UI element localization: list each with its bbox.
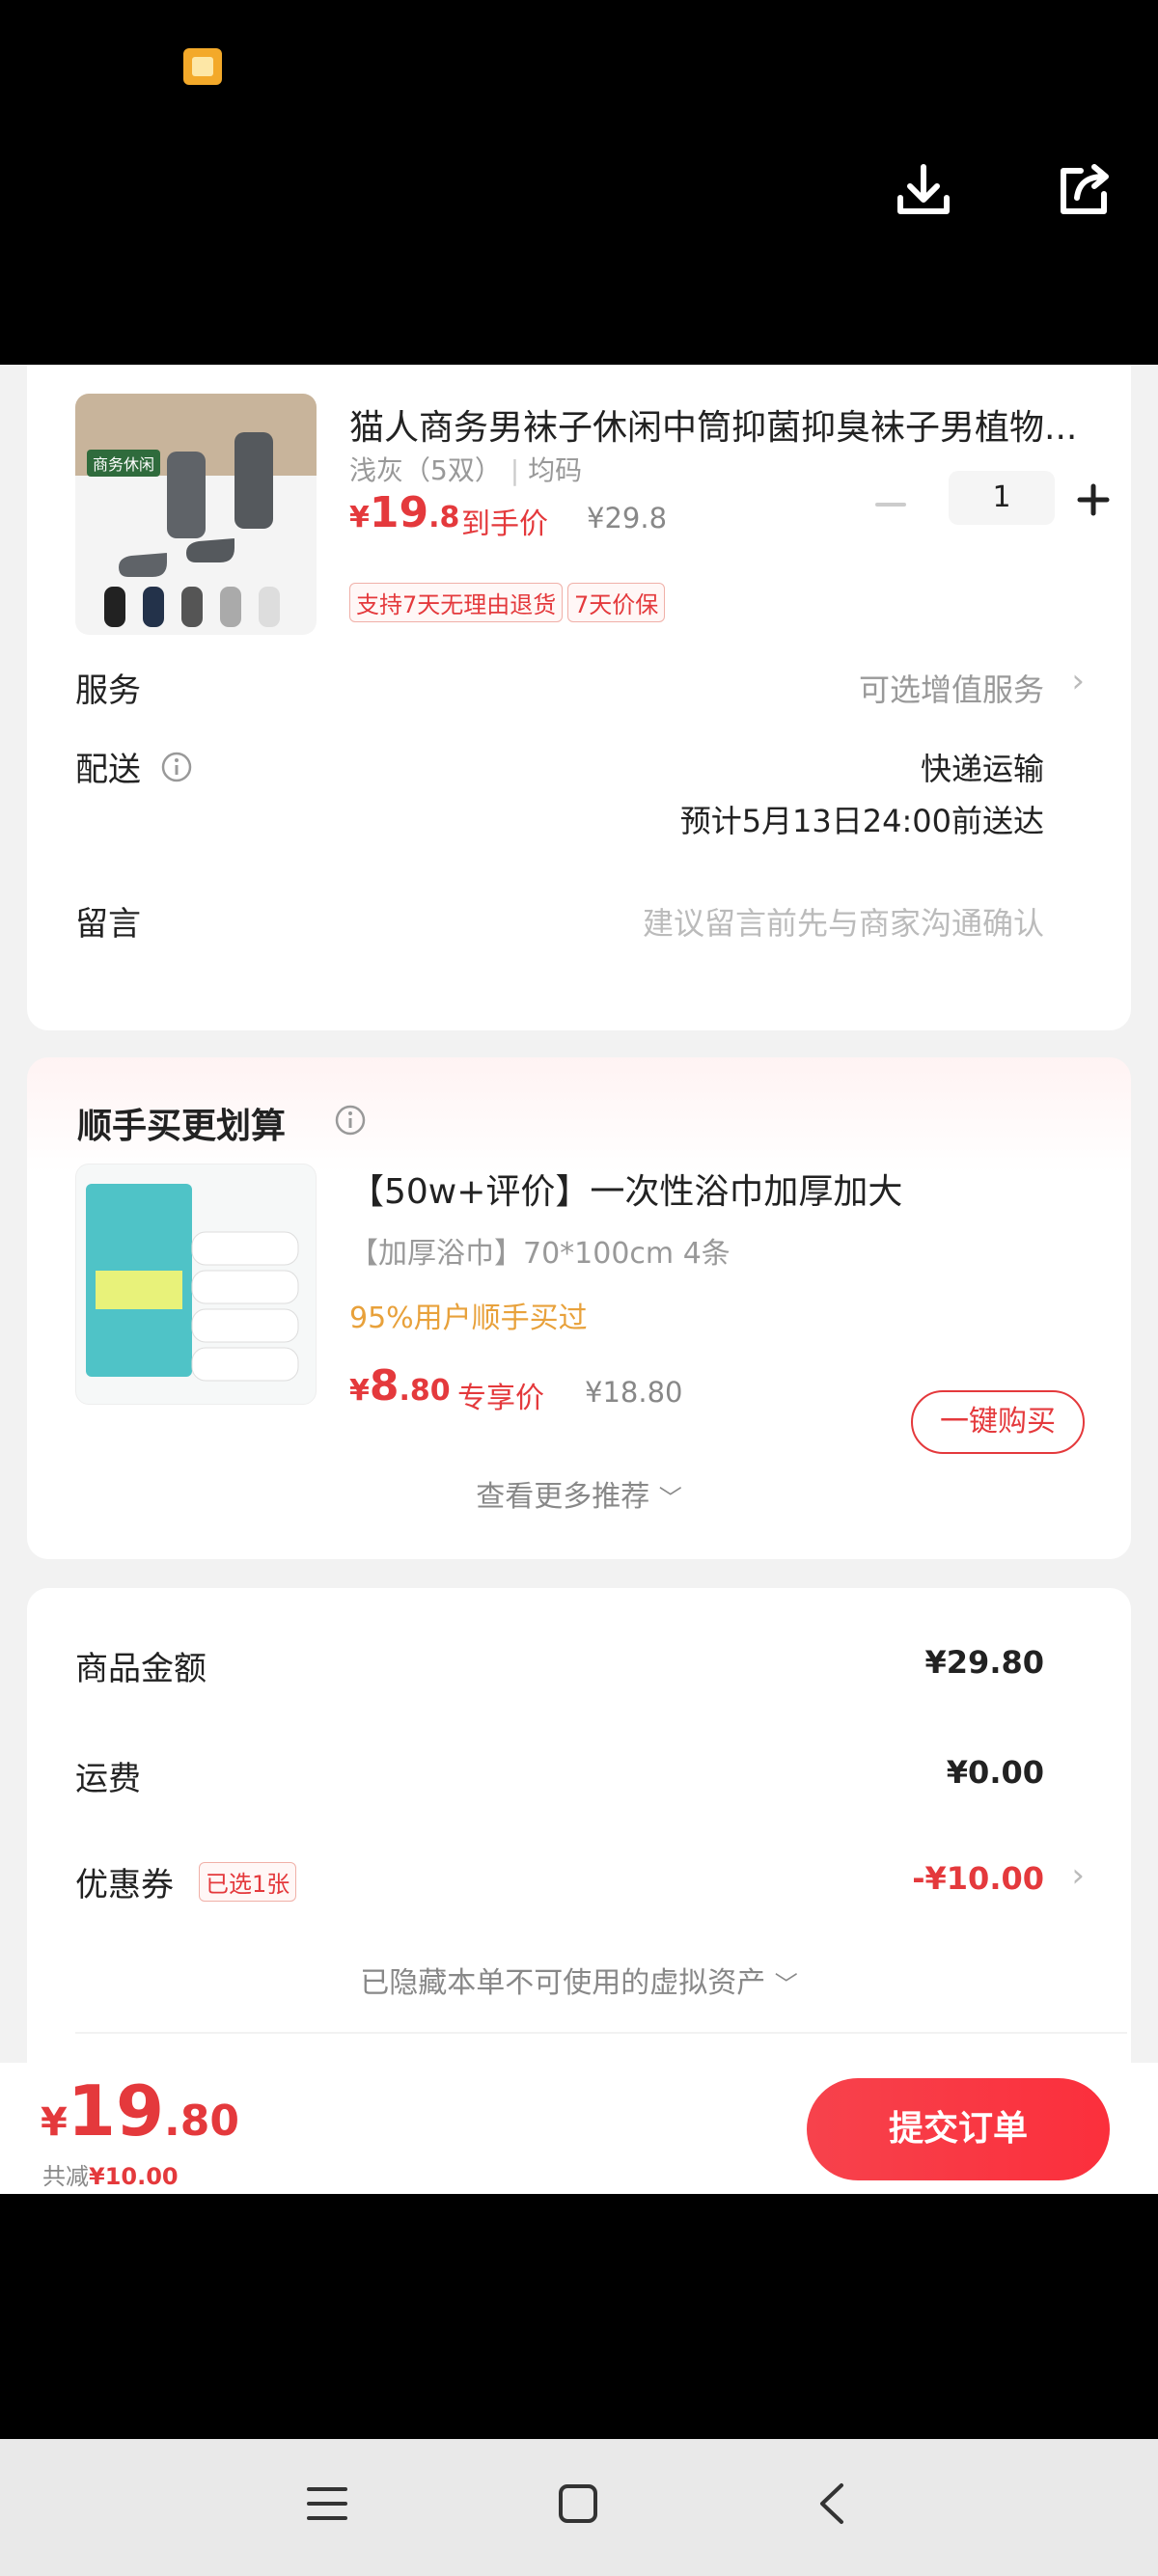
- service-label: 服务: [75, 671, 141, 710]
- rec-price-integer: 8: [369, 1361, 400, 1411]
- price-protect-tag: 7天价保: [567, 583, 666, 622]
- download-icon[interactable]: [893, 159, 954, 221]
- return-policy-tag: 支持7天无理由退货: [349, 583, 564, 622]
- price-symbol: ¥: [349, 501, 370, 534]
- recommend-price-label: 专享价: [457, 1382, 544, 1415]
- recommend-price: ¥8.80: [349, 1361, 451, 1411]
- price-integer: 19: [369, 488, 429, 537]
- info-icon[interactable]: [160, 751, 193, 783]
- hidden-assets-text: 已隐藏本单不可使用的虚拟资产: [360, 1966, 766, 2000]
- delivery-method: 快递运输: [920, 751, 1044, 787]
- coupon-selected-badge: 已选1张: [199, 1862, 297, 1902]
- original-price: ¥29.8: [587, 502, 668, 534]
- coupon-label: 优惠券: [75, 1866, 174, 1905]
- product-price: ¥19.8: [349, 488, 459, 537]
- service-chevron-icon[interactable]: ›: [1071, 662, 1085, 700]
- sock-product-image[interactable]: 商务休闲: [75, 394, 317, 635]
- gallery-thumbnail-icon[interactable]: [183, 48, 222, 85]
- total-price-symbol: ¥: [41, 2100, 68, 2145]
- delivery-label: 配送: [75, 751, 141, 789]
- order-confirm-content: 商务休闲 猫人商务男袜子休闲中筒抑菌抑臭袜子男植物... 浅灰（5双） | 均码…: [0, 365, 1158, 2063]
- coupon-chevron-icon[interactable]: ›: [1071, 1856, 1085, 1895]
- rec-price-symbol: ¥: [349, 1374, 370, 1408]
- recommend-original-price: ¥18.80: [585, 1376, 683, 1409]
- price-label: 到手价: [461, 507, 548, 541]
- quantity-decrease-button[interactable]: [869, 485, 912, 524]
- rec-price-decimal: .80: [399, 1374, 451, 1408]
- product-variant[interactable]: 浅灰（5双） | 均码: [349, 450, 582, 488]
- system-nav-bar: [0, 2439, 1158, 2576]
- saved-prefix: 共减: [42, 2163, 89, 2190]
- share-icon[interactable]: [1054, 159, 1116, 221]
- recommend-item-spec: 【加厚浴巾】70*100cm 4条: [349, 1237, 731, 1271]
- size-value: 均码: [528, 454, 583, 486]
- quantity-input[interactable]: 1: [949, 471, 1055, 525]
- quantity-increase-button[interactable]: [1074, 480, 1113, 519]
- chevron-down-icon: ﹀: [774, 1971, 798, 1998]
- totals-card: 商品金额 ¥29.80 运费 ¥0.00 优惠券 已选1张 -¥10.00 › …: [27, 1588, 1131, 2063]
- submit-order-button[interactable]: 提交订单: [807, 2078, 1110, 2180]
- towel-product-image[interactable]: [75, 1164, 317, 1405]
- checkout-bar: ¥19.80 共减¥10.00 提交订单: [0, 2063, 1158, 2194]
- coupon-value[interactable]: -¥10.00: [912, 1860, 1044, 1897]
- product-title[interactable]: 猫人商务男袜子休闲中筒抑菌抑臭袜子男植物...: [349, 399, 1077, 450]
- shipping-value: ¥0.00: [946, 1754, 1044, 1791]
- towel-illustration: [86, 1184, 299, 1382]
- variant-value: 浅灰（5双）: [349, 454, 502, 486]
- hidden-assets-link[interactable]: 已隐藏本单不可使用的虚拟资产 ﹀: [27, 1959, 1131, 2001]
- chevron-down-icon: ﹀: [658, 1485, 682, 1512]
- recommend-card: 顺手买更划算 【50w+评价】一次性浴巾加厚加大 【加厚浴巾】70*100cm …: [27, 1057, 1131, 1559]
- total-price-integer: 19: [67, 2070, 165, 2151]
- menu-icon[interactable]: [305, 2481, 349, 2526]
- home-icon[interactable]: [556, 2481, 600, 2526]
- back-icon[interactable]: [811, 2481, 855, 2526]
- see-more-link[interactable]: 查看更多推荐 ﹀: [27, 1472, 1131, 1515]
- viewer-top-bar: [0, 0, 1158, 365]
- total-price-decimal: .80: [164, 2096, 239, 2146]
- message-label: 留言: [75, 905, 141, 944]
- saved-value: ¥10.00: [89, 2163, 179, 2190]
- total-price: ¥19.80: [41, 2070, 239, 2151]
- product-card: 商务休闲 猫人商务男袜子休闲中筒抑菌抑臭袜子男植物... 浅灰（5双） | 均码…: [27, 365, 1131, 1030]
- goods-amount-value: ¥29.80: [924, 1644, 1044, 1681]
- recommend-item-title[interactable]: 【50w+评价】一次性浴巾加厚加大: [349, 1164, 902, 1214]
- total-saved: 共减¥10.00: [42, 2157, 179, 2191]
- viewer-bottom-area: [0, 2194, 1158, 2439]
- recommend-info-icon[interactable]: [334, 1104, 367, 1137]
- service-value[interactable]: 可选增值服务: [859, 666, 1044, 710]
- price-decimal: .8: [428, 501, 460, 534]
- goods-amount-label: 商品金额: [75, 1650, 207, 1688]
- delivery-eta: 预计5月13日24:00前送达: [679, 803, 1044, 839]
- recommend-social-proof: 95%用户顺手买过: [349, 1302, 588, 1335]
- one-click-buy-button[interactable]: 一键购买: [911, 1390, 1085, 1454]
- recommend-heading: 顺手买更划算: [77, 1107, 287, 1146]
- variant-divider: |: [510, 454, 529, 486]
- see-more-text: 查看更多推荐: [476, 1480, 650, 1514]
- socks-illustration: [104, 432, 280, 627]
- divider: [75, 2032, 1127, 2034]
- shipping-label: 运费: [75, 1760, 141, 1798]
- message-input[interactable]: 建议留言前先与商家沟通确认: [643, 899, 1044, 944]
